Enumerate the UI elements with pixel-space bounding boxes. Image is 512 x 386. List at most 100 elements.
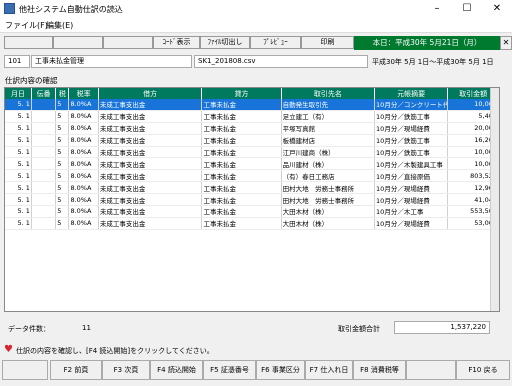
- vertical-scrollbar[interactable]: [490, 88, 499, 311]
- table-cell: 板橋建材店: [281, 134, 376, 147]
- table-cell: 品川建材（株）: [281, 157, 376, 171]
- count-label: データ件数：: [8, 325, 50, 333]
- column-header[interactable]: 元帳摘要: [374, 88, 449, 99]
- column-header[interactable]: 伝番: [31, 88, 57, 99]
- table-cell: 8.0%A: [68, 181, 99, 195]
- journal-grid[interactable]: 月日 伝番税税率 借方 貸方 取引先名 元帳摘要 取引金額 5. 1 5 8.0%A 未成工事支出…: [4, 87, 500, 312]
- table-cell: [31, 169, 57, 183]
- window-title: 他社システム自動仕訳の読込: [19, 5, 123, 14]
- table-cell: [31, 146, 57, 159]
- table-cell: 工事未払金: [201, 122, 282, 135]
- function-key-bar: F2 前頁 F3 次頁 F4 読込開始 F5 証憑番号 F6 事業区分 F7 仕…: [0, 360, 512, 382]
- table-cell: （有）春日工務店: [281, 169, 376, 183]
- title-bar: 他社システム自動仕訳の読込 – ☐ ✕: [0, 0, 512, 18]
- table-row[interactable]: 5. 1 5 8.0%A 未成工事支出金 工事未払金 田村大地 労務士事務所 10月分／現場…: [5, 181, 499, 195]
- column-header[interactable]: 借方: [98, 88, 203, 99]
- column-header[interactable]: 税: [55, 88, 70, 99]
- file-switch-button[interactable]: ﾌｧｲﾙ切出し: [200, 36, 250, 49]
- table-cell: 5. 1: [5, 217, 32, 230]
- table-cell: 8.0%A: [68, 193, 99, 207]
- table-cell: 10月分／現場経費: [374, 181, 449, 195]
- table-cell: [31, 99, 57, 111]
- f7-purchase-date-button[interactable]: F7 仕入れ日: [305, 360, 353, 380]
- table-cell: 足立建工（有）: [281, 110, 376, 123]
- table-cell: 8.0%A: [68, 157, 99, 171]
- minimize-button[interactable]: –: [422, 0, 452, 18]
- table-cell: 5. 1: [5, 169, 32, 183]
- table-row[interactable]: 5. 1 5 8.0%A 未成工事支出金 工事未払金 板橋建材店 10月分／鉄筋工事 16,2…: [5, 134, 499, 147]
- f6-business-category-button[interactable]: F6 事業区分: [256, 360, 305, 380]
- table-cell: 工事未払金: [201, 217, 282, 230]
- table-row[interactable]: 5. 1 5 8.0%A 未成工事支出金 工事未払金 自動発生取引先 10月分／コンクリート…: [5, 99, 499, 111]
- table-cell: 未成工事支出金: [98, 157, 203, 171]
- menu-file[interactable]: ファイル(F): [5, 20, 48, 31]
- period-text: 平成30年 5月 1日～平成30年 5月 1日: [372, 58, 494, 66]
- table-cell: 10月分／現場経費: [374, 193, 449, 207]
- table-cell: 工事未払金: [201, 134, 282, 147]
- f4-load-start-button[interactable]: F4 読込開始: [150, 360, 203, 380]
- table-cell: 5: [55, 99, 70, 111]
- column-header[interactable]: 貸方: [201, 88, 282, 99]
- table-cell: 工事未払金: [201, 110, 282, 123]
- table-cell: 5. 1: [5, 193, 32, 207]
- toolbar-close-button[interactable]: ✕: [500, 36, 512, 50]
- table-cell: 江戸川建商（株）: [281, 146, 376, 159]
- column-header[interactable]: 取引先名: [281, 88, 376, 99]
- print-button[interactable]: 印刷: [301, 36, 354, 49]
- menu-edit[interactable]: 編集(E): [46, 20, 73, 31]
- table-row[interactable]: 5. 1 5 8.0%A 未成工事支出金 工事未払金 平塚写真館 10月分／現場経費 20,0…: [5, 122, 499, 135]
- maximize-button[interactable]: ☐: [452, 0, 482, 18]
- f2-prev-page-button[interactable]: F2 前頁: [50, 360, 102, 380]
- f8-consumption-tax-button[interactable]: F8 消費税等: [353, 360, 406, 380]
- table-cell: 10月分／コンクリート代: [374, 99, 449, 111]
- table-cell: 5. 1: [5, 181, 32, 195]
- section-label: 仕訳内容の確認: [5, 76, 58, 85]
- table-cell: 田村大地 労務士事務所: [281, 181, 376, 195]
- table-cell: 未成工事支出金: [98, 217, 203, 230]
- table-cell: 10月分／現場経費: [374, 122, 449, 135]
- table-cell: 10月分／木工事: [374, 205, 449, 218]
- table-cell: [31, 205, 57, 218]
- table-cell: 5: [55, 110, 70, 123]
- table-cell: 5: [55, 193, 70, 207]
- table-cell: 未成工事支出金: [98, 169, 203, 183]
- f5-voucher-number-button[interactable]: F5 証憑番号: [203, 360, 256, 380]
- f10-back-button[interactable]: F10 戻る: [456, 360, 510, 380]
- table-cell: 大田木材（株）: [281, 217, 376, 230]
- table-cell: 5. 1: [5, 122, 32, 135]
- toolbar-blank-3: [103, 36, 153, 49]
- table-row[interactable]: 5. 1 5 8.0%A 未成工事支出金 工事未払金 品川建材（株） 10月分／木製建具工事…: [5, 157, 499, 171]
- table-row[interactable]: 5. 1 5 8.0%A 未成工事支出金 工事未払金 大田木材（株） 10月分／現場経費 53…: [5, 217, 499, 230]
- table-cell: 5: [55, 217, 70, 230]
- table-cell: 田村大地 労務士事務所: [281, 193, 376, 207]
- table-cell: 10月分／鉄筋工事: [374, 146, 449, 159]
- table-cell: [31, 217, 57, 230]
- close-button[interactable]: ✕: [482, 0, 512, 18]
- column-header[interactable]: 税率: [68, 88, 99, 99]
- table-row[interactable]: 5. 1 5 8.0%A 未成工事支出金 工事未払金 田村大地 労務士事務所 10月分／現場…: [5, 193, 499, 207]
- table-row[interactable]: 5. 1 5 8.0%A 未成工事支出金 工事未払金 足立建工（有） 10月分／鉄筋工事 5,…: [5, 110, 499, 123]
- table-cell: 5. 1: [5, 205, 32, 218]
- table-cell: 未成工事支出金: [98, 146, 203, 159]
- table-cell: 工事未払金: [201, 99, 282, 111]
- table-cell: 5: [55, 205, 70, 218]
- table-row[interactable]: 5. 1 5 8.0%A 未成工事支出金 工事未払金 （有）春日工務店 10月分／直接原価 8…: [5, 169, 499, 183]
- table-cell: 8.0%A: [68, 169, 99, 183]
- table-cell: 未成工事支出金: [98, 122, 203, 135]
- table-cell: 工事未払金: [201, 193, 282, 207]
- table-row[interactable]: 5. 1 5 8.0%A 未成工事支出金 工事未払金 江戸川建商（株） 10月分／鉄筋工事 1…: [5, 146, 499, 159]
- f3-next-page-button[interactable]: F3 次頁: [102, 360, 150, 380]
- table-cell: 平塚写真館: [281, 122, 376, 135]
- table-cell: 工事未払金: [201, 205, 282, 218]
- code-display-button[interactable]: ｺｰﾄﾞ表示: [153, 36, 200, 49]
- table-cell: 10月分／鉄筋工事: [374, 110, 449, 123]
- table-cell: 自動発生取引先: [281, 99, 376, 111]
- table-cell: [31, 181, 57, 195]
- table-cell: 5: [55, 169, 70, 183]
- table-row[interactable]: 5. 1 5 8.0%A 未成工事支出金 工事未払金 大田木材（株） 10月分／木工事 553…: [5, 205, 499, 218]
- table-cell: 8.0%A: [68, 146, 99, 159]
- app-icon: [4, 3, 15, 14]
- preview-button[interactable]: ﾌﾟﾚﾋﾞｭｰ: [250, 36, 301, 49]
- column-header[interactable]: 月日: [5, 88, 32, 99]
- table-cell: 8.0%A: [68, 205, 99, 218]
